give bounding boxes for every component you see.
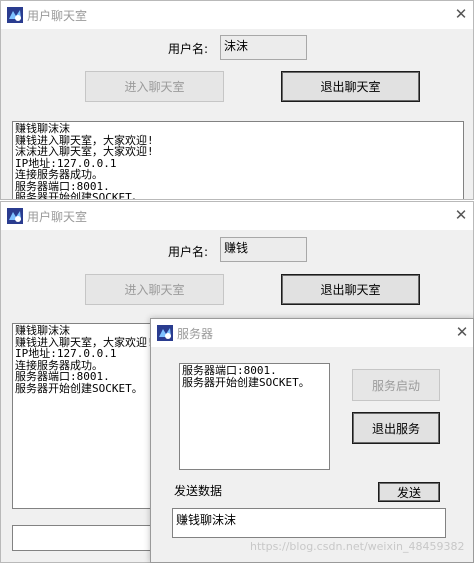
enter-chat-button[interactable]: 进入聊天室: [85, 274, 224, 305]
exit-chat-button[interactable]: 退出聊天室: [281, 71, 420, 102]
log-line: 沫沫进入聊天室，大家欢迎!: [15, 145, 154, 158]
enter-chat-button[interactable]: 进入聊天室: [85, 71, 224, 102]
log-line: 服务器开始创建SOCKET。: [182, 375, 310, 389]
start-service-button[interactable]: 服务启动: [352, 369, 440, 401]
username-label: 用户名:: [168, 245, 209, 259]
close-icon[interactable]: ✕: [449, 321, 473, 343]
log-line: 连接服务器成功。: [15, 168, 103, 181]
app-icon: [157, 325, 173, 341]
exit-service-button[interactable]: 退出服务: [352, 412, 440, 444]
log-line: 服务器端口:8001.: [182, 364, 277, 377]
send-data-label: 发送数据: [174, 484, 223, 498]
username-label: 用户名:: [168, 42, 209, 56]
app-icon: [7, 208, 23, 224]
window-title: 用户聊天室: [27, 210, 88, 224]
server-window: 服务器 ✕ 服务器端口:8001. 服务器开始创建SOCKET。 服务启动 退出…: [150, 318, 474, 563]
close-icon[interactable]: ✕: [448, 3, 473, 25]
chat-log[interactable]: 赚钱聊沫沫 赚钱进入聊天室，大家欢迎! 沫沫进入聊天室，大家欢迎! IP地址:1…: [12, 121, 464, 200]
title-bar[interactable]: 用户聊天室 ✕: [1, 1, 473, 29]
log-line: 服务器开始创建SOCKET。: [15, 191, 143, 200]
username-field[interactable]: 赚钱: [220, 237, 307, 262]
exit-chat-button[interactable]: 退出聊天室: [281, 274, 420, 305]
chat-message-input[interactable]: [12, 525, 162, 551]
server-log[interactable]: 服务器端口:8001. 服务器开始创建SOCKET。: [179, 363, 330, 470]
username-field[interactable]: 沫沫: [220, 35, 307, 60]
title-bar[interactable]: 用户聊天室 ✕: [1, 202, 473, 230]
window-title: 服务器: [177, 327, 214, 341]
app-icon: [7, 7, 23, 23]
watermark-text: https://blog.csdn.net/weixin_48459382: [250, 540, 465, 553]
send-button[interactable]: 发送: [378, 482, 440, 502]
chat-window-1: 用户聊天室 ✕ 用户名: 沫沫 进入聊天室 退出聊天室 赚钱聊沫沫 赚钱进入聊天…: [0, 0, 474, 200]
window-title: 用户聊天室: [27, 9, 88, 23]
message-input[interactable]: 赚钱聊沫沫: [172, 508, 446, 538]
log-line: 赚钱聊沫沫: [15, 122, 70, 135]
close-icon[interactable]: ✕: [448, 204, 473, 226]
title-bar[interactable]: 服务器 ✕: [151, 319, 473, 347]
